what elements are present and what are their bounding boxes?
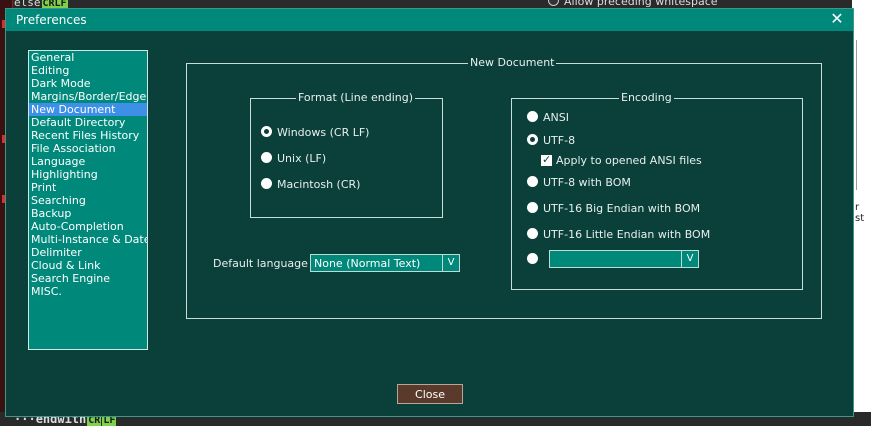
category-item[interactable]: Searching — [29, 194, 147, 207]
category-item[interactable]: MISC. — [29, 285, 147, 298]
category-item[interactable]: New Document — [29, 103, 147, 116]
radio-label: UTF-16 Little Endian with BOM — [543, 228, 711, 241]
radio-utf16-be[interactable]: UTF-16 Big Endian with BOM — [527, 202, 700, 215]
category-item[interactable]: General — [29, 51, 147, 64]
default-language-label: Default language : — [213, 257, 316, 270]
radio-macintosh-cr[interactable]: Macintosh (CR) — [261, 178, 360, 191]
background-right-strip — [856, 40, 871, 190]
radio-label: UTF-8 with BOM — [543, 176, 631, 189]
encoding-group: Encoding ANSI UTF-8 Apply to opened ANSI… — [511, 92, 803, 290]
checkbox-label: Apply to opened ANSI files — [556, 154, 702, 167]
dialog-body: General Editing Dark Mode Margins/Border/Ed… — [6, 31, 853, 416]
radio-checked-icon — [527, 134, 538, 145]
radio-checked-icon — [261, 126, 272, 137]
chevron-down-icon[interactable]: V — [681, 251, 698, 267]
other-encoding-select[interactable]: V — [549, 250, 699, 268]
category-item[interactable]: Print — [29, 181, 147, 194]
preferences-dialog: Preferences ✕ General Editing Dark Mode Mar… — [5, 8, 854, 417]
category-item[interactable]: Backup — [29, 207, 147, 220]
radio-label: Unix (LF) — [277, 152, 327, 165]
category-item[interactable]: Highlighting — [29, 168, 147, 181]
chevron-down-icon[interactable]: V — [442, 255, 459, 271]
category-item[interactable]: Dark Mode — [29, 77, 147, 90]
default-language-value: None (Normal Text) — [314, 257, 421, 270]
radio-icon — [527, 253, 538, 264]
category-item[interactable]: File Association — [29, 142, 147, 155]
radio-icon — [548, 0, 559, 6]
radio-icon — [527, 111, 538, 122]
category-item[interactable]: Margins/Border/Edge — [29, 90, 147, 103]
radio-label: Macintosh (CR) — [277, 178, 361, 191]
dialog-title: Preferences — [16, 13, 87, 27]
close-button[interactable]: Close — [397, 384, 463, 404]
background-editor-top — [0, 0, 871, 8]
category-item[interactable]: Cloud & Link — [29, 259, 147, 272]
category-item[interactable]: Language — [29, 155, 147, 168]
radio-icon — [527, 176, 538, 187]
radio-ansi[interactable]: ANSI — [527, 111, 569, 124]
new-document-legend: New Document — [468, 56, 557, 69]
format-legend: Format (Line ending) — [296, 91, 415, 104]
background-option-label: Allow preceding whitespace — [564, 0, 718, 8]
radio-other-encoding[interactable] — [527, 253, 543, 266]
category-list[interactable]: General Editing Dark Mode Margins/Border/Ed… — [28, 50, 148, 350]
radio-utf16-le[interactable]: UTF-16 Little Endian with BOM — [527, 228, 710, 241]
format-group: Format (Line ending) Windows (CR LF) Uni… — [250, 92, 443, 218]
radio-icon — [527, 202, 538, 213]
new-document-group: New Document Format (Line ending) Window… — [186, 57, 822, 319]
radio-icon — [261, 178, 272, 189]
radio-windows-crlf[interactable]: Windows (CR LF) — [261, 126, 369, 139]
radio-label: UTF-8 — [543, 134, 576, 147]
radio-label: ANSI — [543, 111, 569, 124]
radio-unix-lf[interactable]: Unix (LF) — [261, 152, 326, 165]
radio-icon — [261, 152, 272, 163]
background-option-text: Allow preceding whitespace — [548, 0, 718, 8]
radio-utf8-bom[interactable]: UTF-8 with BOM — [527, 176, 631, 189]
category-item[interactable]: Auto-Completion — [29, 220, 147, 233]
background-partial-text: r st — [855, 202, 865, 224]
category-item[interactable]: Search Engine — [29, 272, 147, 285]
dialog-titlebar[interactable]: Preferences ✕ — [6, 9, 853, 31]
encoding-legend: Encoding — [619, 91, 674, 104]
category-item[interactable]: Recent Files History — [29, 129, 147, 142]
category-item[interactable]: Editing — [29, 64, 147, 77]
default-language-select[interactable]: None (Normal Text) V — [310, 254, 460, 272]
radio-icon — [527, 228, 538, 239]
apply-ansi-checkbox[interactable]: Apply to opened ANSI files — [541, 153, 702, 167]
radio-utf8[interactable]: UTF-8 — [527, 134, 575, 147]
radio-label: UTF-16 Big Endian with BOM — [543, 202, 701, 215]
radio-label: Windows (CR LF) — [277, 126, 370, 139]
close-icon[interactable]: ✕ — [829, 11, 845, 27]
category-item[interactable]: Delimiter — [29, 246, 147, 259]
checkbox-checked-icon — [541, 153, 552, 167]
category-item[interactable]: Default Directory — [29, 116, 147, 129]
category-item[interactable]: Multi-Instance & Date — [29, 233, 147, 246]
